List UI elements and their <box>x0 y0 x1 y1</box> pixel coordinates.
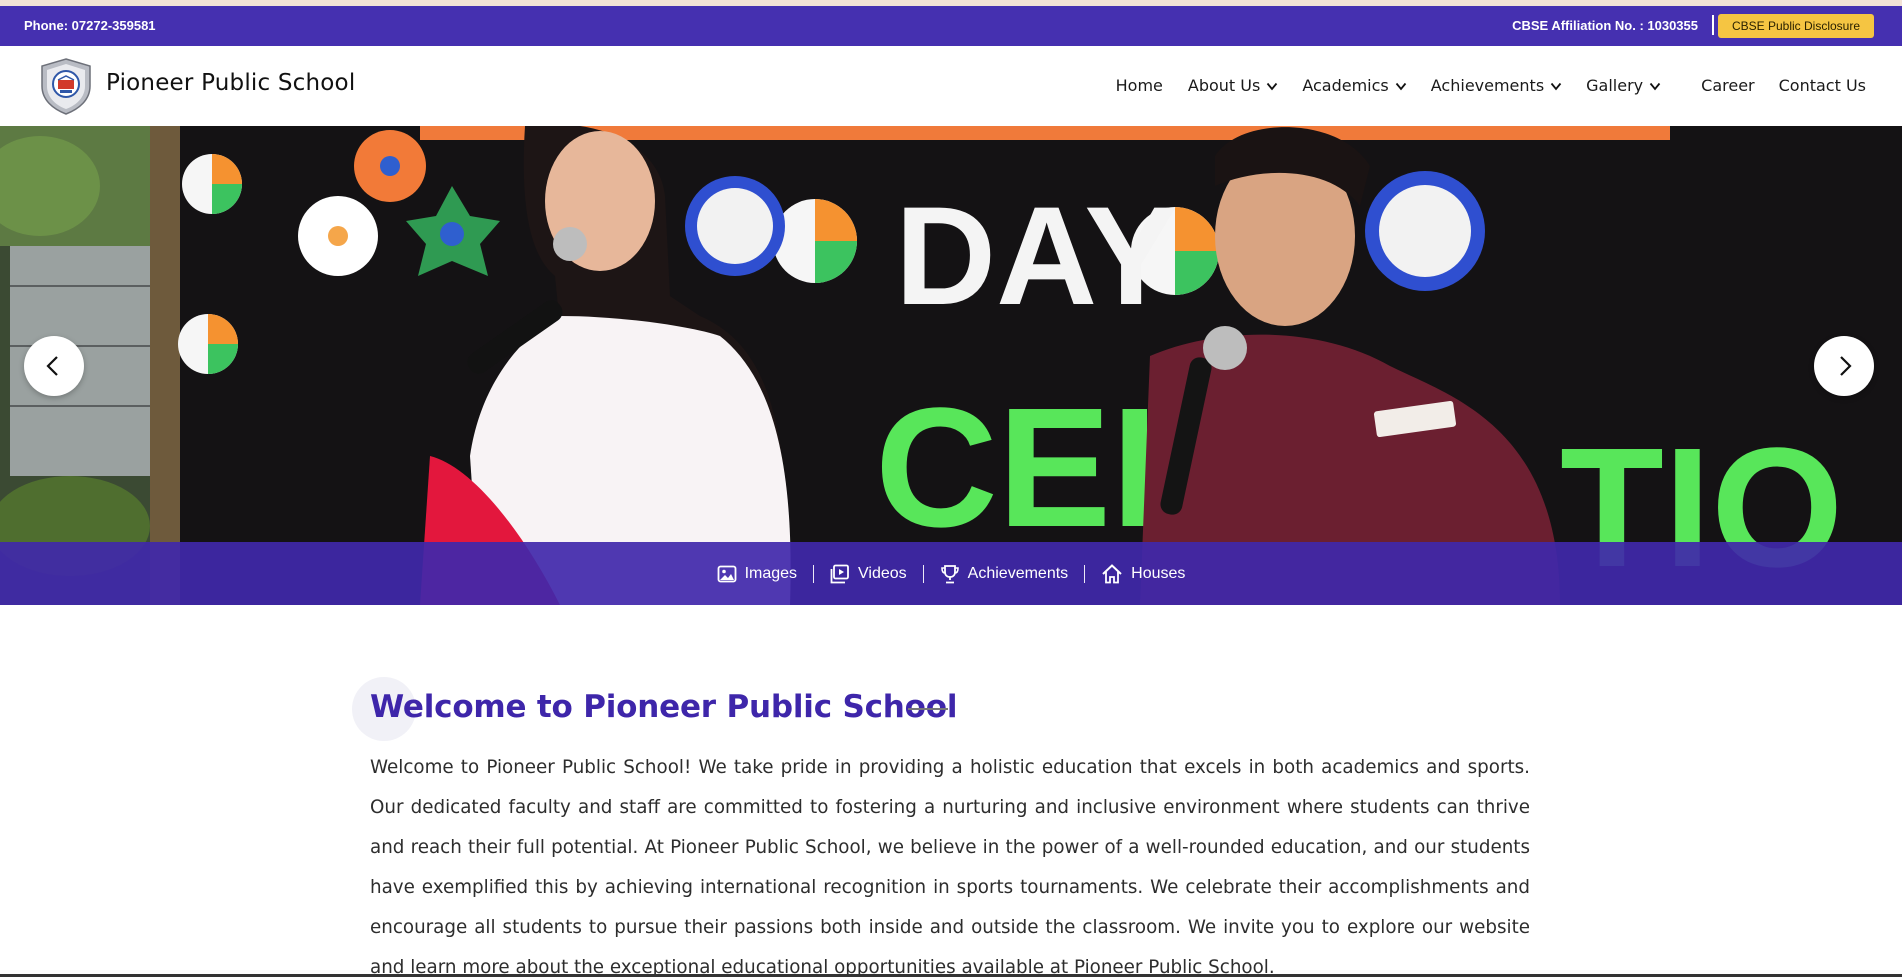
house-icon <box>1102 563 1122 583</box>
chevron-right-icon <box>1840 356 1852 376</box>
nav-contact-us-label: Contact Us <box>1778 76 1866 95</box>
trophy-icon <box>940 564 959 583</box>
video-icon <box>830 564 849 583</box>
chevron-down-icon <box>1267 82 1278 90</box>
carousel-prev-button[interactable] <box>24 336 84 396</box>
quick-link-divider <box>922 564 924 583</box>
nav-academics-label: Academics <box>1302 76 1389 95</box>
quick-link-images-label: Images <box>744 564 798 582</box>
chevron-down-icon <box>1649 82 1661 90</box>
top-info-bar: Phone: 07272-359581 CBSE Affiliation No.… <box>0 6 1902 46</box>
nav-about-us[interactable]: About Us <box>1188 76 1278 95</box>
nav-achievements-label: Achievements <box>1430 76 1545 95</box>
quick-links-bar: Images Videos Achievements Houses <box>0 542 1902 605</box>
school-name[interactable]: Pioneer Public School <box>106 70 355 96</box>
quick-link-videos-label: Videos <box>858 564 907 582</box>
quick-link-videos[interactable]: Videos <box>830 564 907 584</box>
cbse-affiliation: CBSE Affiliation No. : 1030355 <box>1512 18 1698 33</box>
school-crest-logo[interactable] <box>36 56 96 116</box>
quick-link-achievements[interactable]: Achievements <box>940 564 1069 584</box>
carousel-next-button[interactable] <box>1814 336 1874 396</box>
welcome-paragraph: Welcome to Pioneer Public School! We tak… <box>370 757 1530 977</box>
carousel-slide-image: DAY CEL TIO <box>0 126 1902 605</box>
welcome-section: Welcome to Pioneer Public School Welcome… <box>0 605 1902 977</box>
nav-academics[interactable]: Academics <box>1302 76 1406 95</box>
nav-career-label: Career <box>1701 76 1755 95</box>
heading-underline <box>908 708 948 710</box>
nav-contact-us[interactable]: Contact Us <box>1779 76 1866 95</box>
chevron-down-icon <box>1395 82 1406 90</box>
welcome-title: Welcome to Pioneer Public School <box>370 689 958 725</box>
quick-link-images[interactable]: Images <box>717 564 797 584</box>
nav-about-us-label: About Us <box>1187 76 1261 95</box>
nav-gallery[interactable]: Gallery <box>1586 76 1661 95</box>
nav-home-label: Home <box>1115 76 1163 95</box>
image-icon <box>717 565 736 582</box>
chevron-left-icon <box>46 356 58 376</box>
quick-link-divider <box>1084 564 1086 583</box>
quick-link-houses[interactable]: Houses <box>1101 563 1185 585</box>
cbse-public-disclosure-button[interactable]: CBSE Public Disclosure <box>1718 14 1874 38</box>
nav-career[interactable]: Career <box>1701 76 1754 95</box>
main-navigation: Home About Us Academics Achievements Gal… <box>1116 76 1866 95</box>
hero-carousel[interactable]: DAY CEL TIO Images Videos Achievements H… <box>0 126 1902 605</box>
quick-link-achievements-label: Achievements <box>967 564 1069 582</box>
nav-home[interactable]: Home <box>1116 76 1163 95</box>
quick-link-divider <box>813 564 815 583</box>
main-header: Pioneer Public School Home About Us Acad… <box>0 46 1902 126</box>
topbar-divider <box>1712 15 1714 35</box>
quick-link-houses-label: Houses <box>1131 564 1186 582</box>
nav-achievements[interactable]: Achievements <box>1431 76 1562 95</box>
chevron-down-icon <box>1550 82 1562 90</box>
phone-number[interactable]: Phone: 07272-359581 <box>24 18 156 33</box>
banner-text-day: DAY <box>895 177 1178 334</box>
nav-gallery-label: Gallery <box>1586 76 1644 95</box>
